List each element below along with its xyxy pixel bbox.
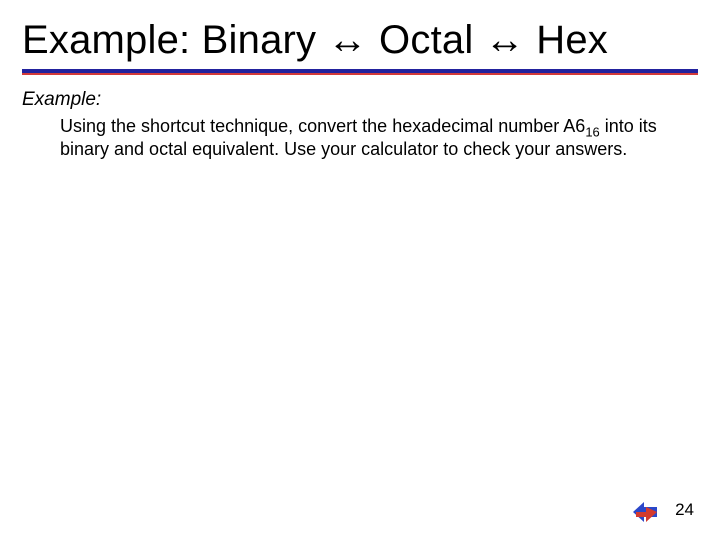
slide: Example: Binary ↔ Octal ↔ Hex Example: U… [0,0,720,540]
body-text-pre: Using the shortcut technique, convert th… [60,116,585,136]
example-body: Using the shortcut technique, convert th… [0,115,708,161]
page-number: 24 [675,500,694,520]
logo-icon [630,498,660,526]
example-label: Example: [0,89,720,115]
slide-title: Example: Binary ↔ Octal ↔ Hex [0,0,720,69]
body-subscript: 16 [585,125,599,140]
title-rule-red [22,73,698,75]
